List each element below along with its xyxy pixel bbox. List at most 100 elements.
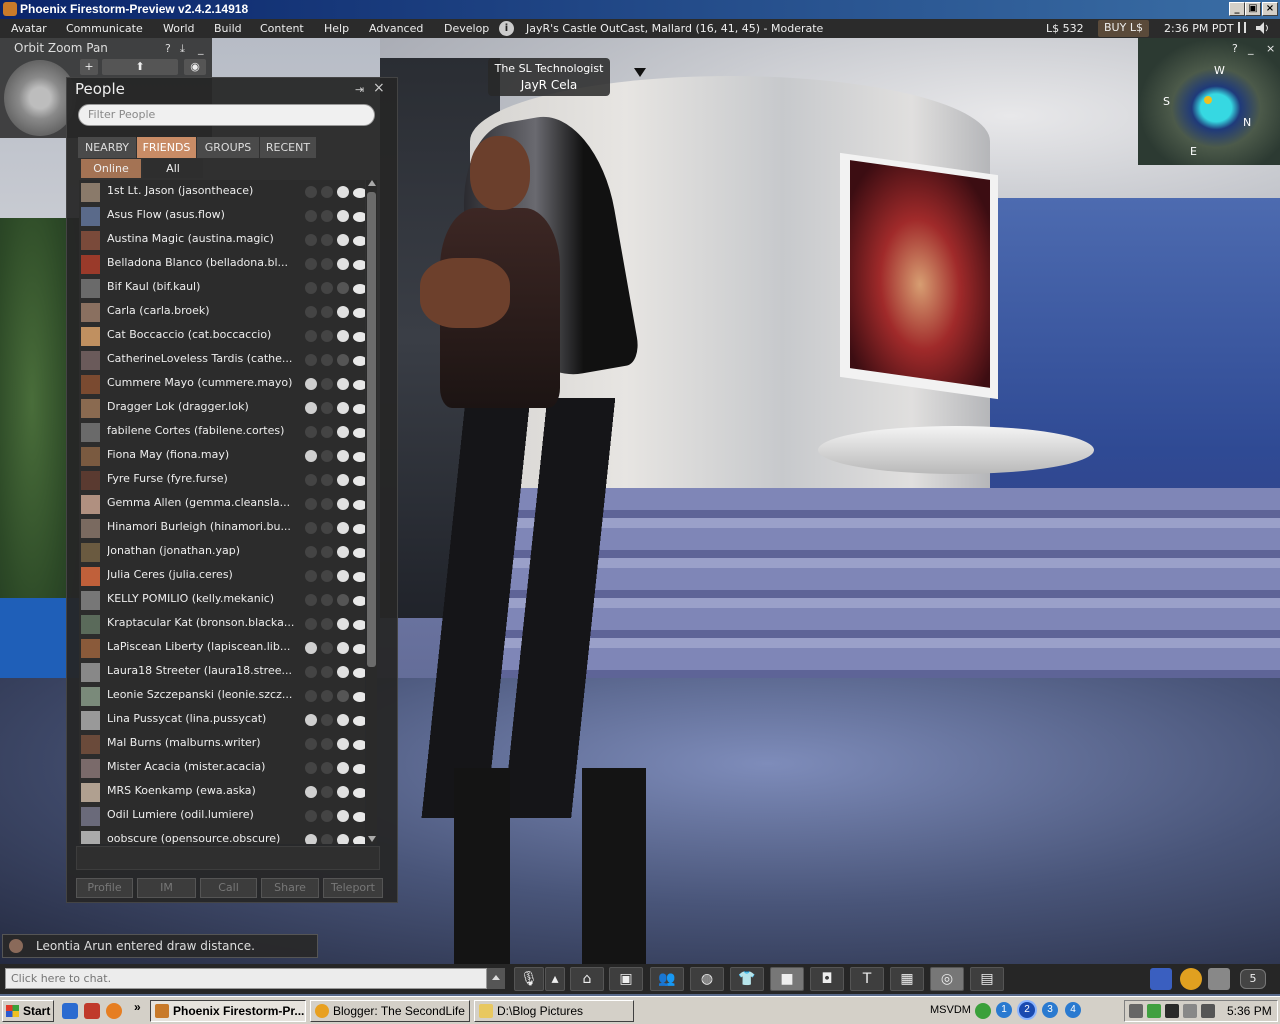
tab-recent[interactable]: RECENT — [260, 137, 316, 158]
desktop-2[interactable]: 2 — [1019, 1002, 1035, 1018]
camera-movie-icon[interactable]: ■ — [770, 967, 804, 991]
online-status-rights-icon[interactable] — [321, 426, 333, 438]
profile-button[interactable]: Profile — [76, 878, 133, 898]
edit-rights-icon[interactable] — [305, 450, 317, 462]
chat-history-arrow-icon[interactable] — [487, 968, 505, 989]
friend-row[interactable]: Belladona Blanco (belladona.bl... — [79, 252, 365, 276]
minimap[interactable]: W S N E ? _ × — [1138, 38, 1280, 165]
edit-rights-icon[interactable] — [305, 618, 317, 630]
place-info-icon[interactable]: i — [499, 21, 514, 36]
map-rights-icon[interactable] — [337, 762, 349, 774]
map-rights-icon[interactable] — [337, 618, 349, 630]
online-status-rights-icon[interactable] — [321, 618, 333, 630]
eye-icon[interactable] — [353, 644, 365, 654]
online-status-rights-icon[interactable] — [321, 594, 333, 606]
friend-row[interactable]: Laura18 Streeter (laura18.stree... — [79, 660, 365, 684]
menu-world[interactable]: World — [163, 22, 195, 35]
menu-develop[interactable]: Develop — [444, 22, 489, 35]
map-rights-icon[interactable] — [337, 402, 349, 414]
start-button[interactable]: Start — [2, 1000, 54, 1022]
map-rights-icon[interactable] — [337, 834, 349, 844]
friend-row[interactable]: fabilene Cortes (fabilene.cortes) — [79, 420, 365, 444]
edit-rights-icon[interactable] — [305, 210, 317, 222]
friends-scrollbar[interactable] — [366, 180, 377, 844]
friend-row[interactable]: Kraptacular Kat (bronson.blacka... — [79, 612, 365, 636]
filter-people-input[interactable]: Filter People — [78, 104, 375, 126]
eye-icon[interactable] — [353, 212, 365, 222]
edit-rights-icon[interactable] — [305, 474, 317, 486]
picture-image[interactable] — [850, 160, 990, 388]
eye-icon[interactable] — [353, 428, 365, 438]
online-status-rights-icon[interactable] — [321, 810, 333, 822]
tray-nvidia-icon[interactable] — [1165, 1004, 1179, 1018]
online-status-rights-icon[interactable] — [321, 642, 333, 654]
desktop-1[interactable]: 1 — [996, 1002, 1012, 1018]
eye-icon[interactable] — [353, 380, 365, 390]
scrollbar-thumb[interactable] — [367, 192, 376, 667]
nearby-notification[interactable]: Leontia Arun entered draw distance. — [2, 934, 318, 958]
home-icon[interactable]: ⌂ — [570, 967, 604, 991]
location-text[interactable]: JayR's Castle OutCast, Mallard (16, 41, … — [526, 22, 823, 35]
eye-icon[interactable] — [353, 740, 365, 750]
volume-icon[interactable] — [1256, 22, 1270, 34]
friend-row[interactable]: Austina Magic (austina.magic) — [79, 228, 365, 252]
eye-icon[interactable] — [353, 236, 365, 246]
tray-network-icon[interactable] — [1147, 1004, 1161, 1018]
tab-nearby[interactable]: NEARBY — [78, 137, 136, 158]
tray-app-icon[interactable] — [1129, 1004, 1143, 1018]
online-status-rights-icon[interactable] — [321, 498, 333, 510]
eye-icon[interactable]: ◉ — [184, 59, 206, 75]
online-status-rights-icon[interactable] — [321, 378, 333, 390]
map-rights-icon[interactable] — [337, 666, 349, 678]
map-rights-icon[interactable] — [337, 498, 349, 510]
eye-icon[interactable] — [353, 524, 365, 534]
online-status-rights-icon[interactable] — [321, 474, 333, 486]
help-button[interactable]: ? — [1232, 42, 1238, 55]
eye-icon[interactable] — [353, 188, 365, 198]
edit-rights-icon[interactable] — [305, 714, 317, 726]
close-icon[interactable]: × — [1266, 42, 1275, 55]
appearance-shirt-icon[interactable]: 👕 — [730, 967, 764, 991]
friend-row[interactable]: Cummere Mayo (cummere.mayo) — [79, 372, 365, 396]
world-map-icon[interactable]: ▦ — [890, 967, 924, 991]
edit-rights-icon[interactable] — [305, 690, 317, 702]
online-status-rights-icon[interactable] — [321, 450, 333, 462]
edit-rights-icon[interactable] — [305, 330, 317, 342]
task-explorer[interactable]: D:\Blog Pictures — [474, 1000, 634, 1022]
tray-printer-icon[interactable] — [1183, 1004, 1197, 1018]
online-status-rights-icon[interactable] — [321, 762, 333, 774]
edit-rights-icon[interactable] — [305, 546, 317, 558]
firefox-icon[interactable] — [106, 1003, 122, 1019]
map-rights-icon[interactable] — [337, 642, 349, 654]
eye-icon[interactable] — [353, 716, 365, 726]
friend-row[interactable]: Julia Ceres (julia.ceres) — [79, 564, 365, 588]
eye-icon[interactable] — [353, 596, 365, 606]
friend-row[interactable]: CatherineLoveless Tardis (cathe... — [79, 348, 365, 372]
edit-rights-icon[interactable] — [305, 594, 317, 606]
edit-rights-icon[interactable] — [305, 306, 317, 318]
edit-rights-icon[interactable] — [305, 666, 317, 678]
online-status-rights-icon[interactable] — [321, 690, 333, 702]
online-status-rights-icon[interactable] — [321, 210, 333, 222]
scroll-up-icon[interactable] — [368, 180, 376, 186]
map-rights-icon[interactable] — [337, 738, 349, 750]
friend-row[interactable]: Fyre Furse (fyre.furse) — [79, 468, 365, 492]
desktop-4[interactable]: 4 — [1065, 1002, 1081, 1018]
friend-row[interactable]: MRS Koenkamp (ewa.aska) — [79, 780, 365, 804]
online-status-rights-icon[interactable] — [321, 834, 333, 844]
edit-rights-icon[interactable] — [305, 282, 317, 294]
subtab-online[interactable]: Online — [81, 159, 141, 178]
people-icon[interactable]: 👥 — [650, 967, 684, 991]
dock-icon[interactable]: ⇥ — [355, 83, 364, 96]
edit-rights-icon[interactable] — [305, 642, 317, 654]
map-rights-icon[interactable] — [337, 690, 349, 702]
tab-groups[interactable]: GROUPS — [197, 137, 259, 158]
call-button[interactable]: Call — [200, 878, 257, 898]
desktop-3[interactable]: 3 — [1042, 1002, 1058, 1018]
friend-row[interactable]: Bif Kaul (bif.kaul) — [79, 276, 365, 300]
minimize-button[interactable]: _ — [198, 42, 204, 55]
map-rights-icon[interactable] — [337, 714, 349, 726]
chat-input[interactable] — [5, 968, 487, 989]
online-status-rights-icon[interactable] — [321, 546, 333, 558]
tab-friends[interactable]: FRIENDS — [137, 137, 196, 158]
